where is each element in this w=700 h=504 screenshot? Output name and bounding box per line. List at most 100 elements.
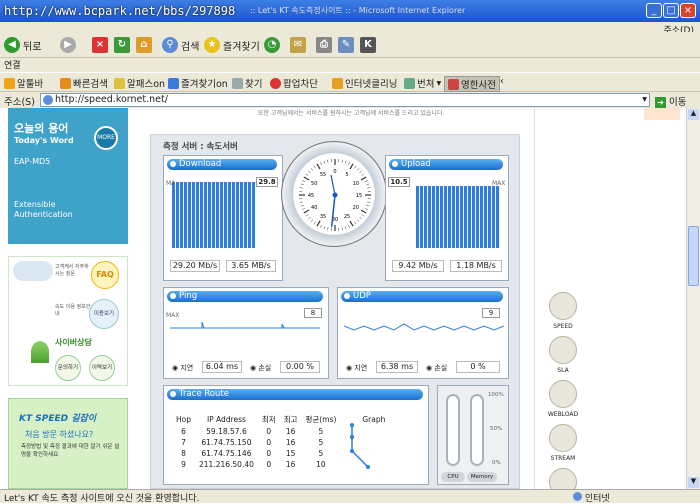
fav-item-altoolbar[interactable]: 알툴바 bbox=[4, 76, 43, 90]
gauge-tick bbox=[302, 208, 305, 209]
search-button[interactable]: ⚲ 검색 bbox=[162, 36, 199, 54]
search-label: 검색 bbox=[181, 38, 199, 53]
speed-guide-panel[interactable]: KT SPEED 길잡이 처음 방문 하셨나요? 측정방법 및 측정 결과에 대… bbox=[8, 398, 128, 489]
forward-button[interactable]: ▶ bbox=[60, 36, 76, 54]
cell: 7 bbox=[172, 437, 195, 448]
bunch-icon bbox=[404, 78, 415, 89]
stop-icon: × bbox=[92, 37, 108, 53]
webload-label: WEBLOAD bbox=[548, 411, 578, 418]
ping-loss-label: ◉ 손실 bbox=[250, 363, 271, 373]
speed-test-panel: 측정 서버 : 속도서버 Download MA 29.8 29.20 Mb/s… bbox=[150, 134, 520, 489]
download-max-label: MA bbox=[166, 180, 175, 187]
gauge-tick bbox=[324, 161, 325, 164]
back-button[interactable]: ◀ 뒤로 bbox=[4, 36, 41, 54]
maximize-button[interactable]: □ bbox=[663, 3, 679, 18]
gauge-label: 40 bbox=[311, 205, 317, 211]
gauge-tick bbox=[342, 160, 343, 163]
history-button[interactable]: ◔ bbox=[264, 36, 280, 54]
zone-indicator: 인터넷 bbox=[573, 491, 610, 504]
trace-route-panel: Trace Route Hop IP Address 최저 최고 평균(ms) … bbox=[163, 385, 429, 485]
more-service-link[interactable] bbox=[545, 468, 581, 489]
udp-max: 9 bbox=[482, 308, 500, 318]
upload-peak: 10.5 bbox=[388, 177, 410, 187]
ping-max: 8 bbox=[304, 308, 322, 318]
gauge-tick bbox=[357, 220, 359, 222]
edit-button[interactable]: ✎ bbox=[338, 36, 354, 54]
gauge-label: 5 bbox=[345, 172, 348, 178]
history-view-button[interactable]: 이력보기 bbox=[89, 355, 115, 381]
forward-arrow-icon: ▶ bbox=[60, 37, 76, 53]
ask-button[interactable]: 문의하기 bbox=[55, 355, 81, 381]
stream-link[interactable]: STREAM bbox=[545, 424, 581, 462]
faq-panel: 고객께서 자주하시는 질문 FAQ 속도 이용 정보안내 이용보기 사이버상담 … bbox=[8, 256, 128, 386]
sla-link[interactable]: SLA bbox=[545, 336, 581, 374]
webload-link[interactable]: WEBLOAD bbox=[545, 380, 581, 418]
gauge-tick bbox=[301, 205, 304, 206]
fav-item-bunch[interactable]: 번쳐▾ bbox=[404, 76, 441, 90]
speed-link[interactable]: SPEED bbox=[545, 292, 581, 330]
gauge-tick bbox=[354, 222, 356, 224]
fav-item-cleaning[interactable]: 인터넷클리닝 bbox=[332, 76, 397, 90]
udp-graph bbox=[344, 318, 504, 354]
close-button[interactable]: × bbox=[680, 3, 696, 18]
memory-meter bbox=[470, 394, 484, 466]
print-button[interactable]: ⎙ bbox=[316, 36, 332, 54]
gauge-tick bbox=[361, 177, 366, 180]
refresh-button[interactable]: ↻ bbox=[114, 36, 130, 54]
mail-button[interactable]: ✉ bbox=[290, 36, 306, 54]
home-button[interactable]: ⌂ bbox=[136, 36, 152, 54]
download-bars bbox=[172, 182, 256, 248]
gauge-tick bbox=[354, 166, 356, 168]
right-column: SPEED SLA WEBLOAD STREAM bbox=[534, 108, 686, 489]
find-icon bbox=[232, 78, 243, 89]
links-label[interactable]: 연결 bbox=[4, 61, 21, 71]
favorites-button[interactable]: ★ 즐겨찾기 bbox=[204, 36, 260, 54]
fav-item-quicksearch[interactable]: 빠른검색 bbox=[60, 76, 108, 90]
how-button[interactable]: 이용보기 bbox=[89, 299, 119, 329]
links-row: 연결 bbox=[0, 58, 700, 72]
gauge-tick bbox=[306, 214, 308, 216]
status-text: Let's KT 속도 측정 사이트에 오신 것을 환영합니다. bbox=[4, 491, 199, 504]
dropdown-icon[interactable]: ▾ bbox=[642, 94, 647, 106]
cell: 5 bbox=[302, 437, 341, 448]
fav-item-favon[interactable]: 즐겨찾기on bbox=[168, 76, 228, 90]
sla-label: SLA bbox=[557, 367, 568, 374]
fav-label: 인터넷클리닝 bbox=[345, 76, 397, 90]
vertical-scrollbar[interactable]: ▲ ▼ bbox=[686, 108, 700, 489]
meter-50: 50% bbox=[490, 426, 502, 432]
gauge-tick bbox=[361, 210, 366, 213]
udp-title: UDP bbox=[341, 291, 503, 302]
scroll-up-icon[interactable]: ▲ bbox=[688, 109, 699, 120]
fav-label: 번쳐 bbox=[417, 76, 434, 90]
gauge-tick bbox=[320, 162, 321, 165]
stop-button[interactable]: × bbox=[92, 36, 108, 54]
trace-col-hop: Hop bbox=[172, 413, 195, 426]
scroll-thumb[interactable] bbox=[688, 226, 699, 286]
webload-icon bbox=[549, 380, 577, 408]
fav-item-alpass[interactable]: 알패스on bbox=[114, 76, 165, 90]
cell: 16 bbox=[280, 459, 302, 470]
more-button[interactable]: MORE bbox=[94, 126, 118, 150]
trace-col-ip: IP Address bbox=[195, 413, 258, 426]
faq-button[interactable]: FAQ bbox=[91, 261, 119, 289]
stream-icon bbox=[549, 424, 577, 452]
cell: 61.74.75.146 bbox=[195, 448, 258, 459]
fav-item-dictionary[interactable]: 영한사전 bbox=[444, 76, 500, 92]
fav-label: 찾기 bbox=[245, 76, 262, 90]
more-chevron-icon[interactable]: ‹ bbox=[500, 76, 504, 87]
address-input[interactable]: http://speed.kornet.net/ ▾ bbox=[40, 93, 650, 107]
fav-item-popup[interactable]: 팝업차단 bbox=[270, 76, 318, 90]
how-text: 속도 이용 정보안내 bbox=[55, 303, 93, 317]
gauge-tick bbox=[365, 180, 368, 181]
upload-MBps: 1.18 MB/s bbox=[450, 260, 502, 272]
go-button[interactable]: ➜ 이동 bbox=[655, 94, 687, 108]
title-bar: http://www.bcpark.net/bbs/297898 :: Let'… bbox=[0, 0, 700, 22]
minimize-button[interactable]: _ bbox=[646, 3, 662, 18]
url-overlay: http://www.bcpark.net/bbs/297898 bbox=[4, 4, 235, 18]
scroll-down-icon[interactable]: ▼ bbox=[688, 477, 699, 488]
udp-loss-label: ◉ 손실 bbox=[426, 363, 447, 373]
fav-item-find[interactable]: 찾기 bbox=[232, 76, 262, 90]
ping-lag-value: 6.04 ms bbox=[202, 361, 242, 373]
gauge-label: 45 bbox=[308, 193, 314, 199]
messenger-button[interactable]: K bbox=[360, 36, 376, 54]
